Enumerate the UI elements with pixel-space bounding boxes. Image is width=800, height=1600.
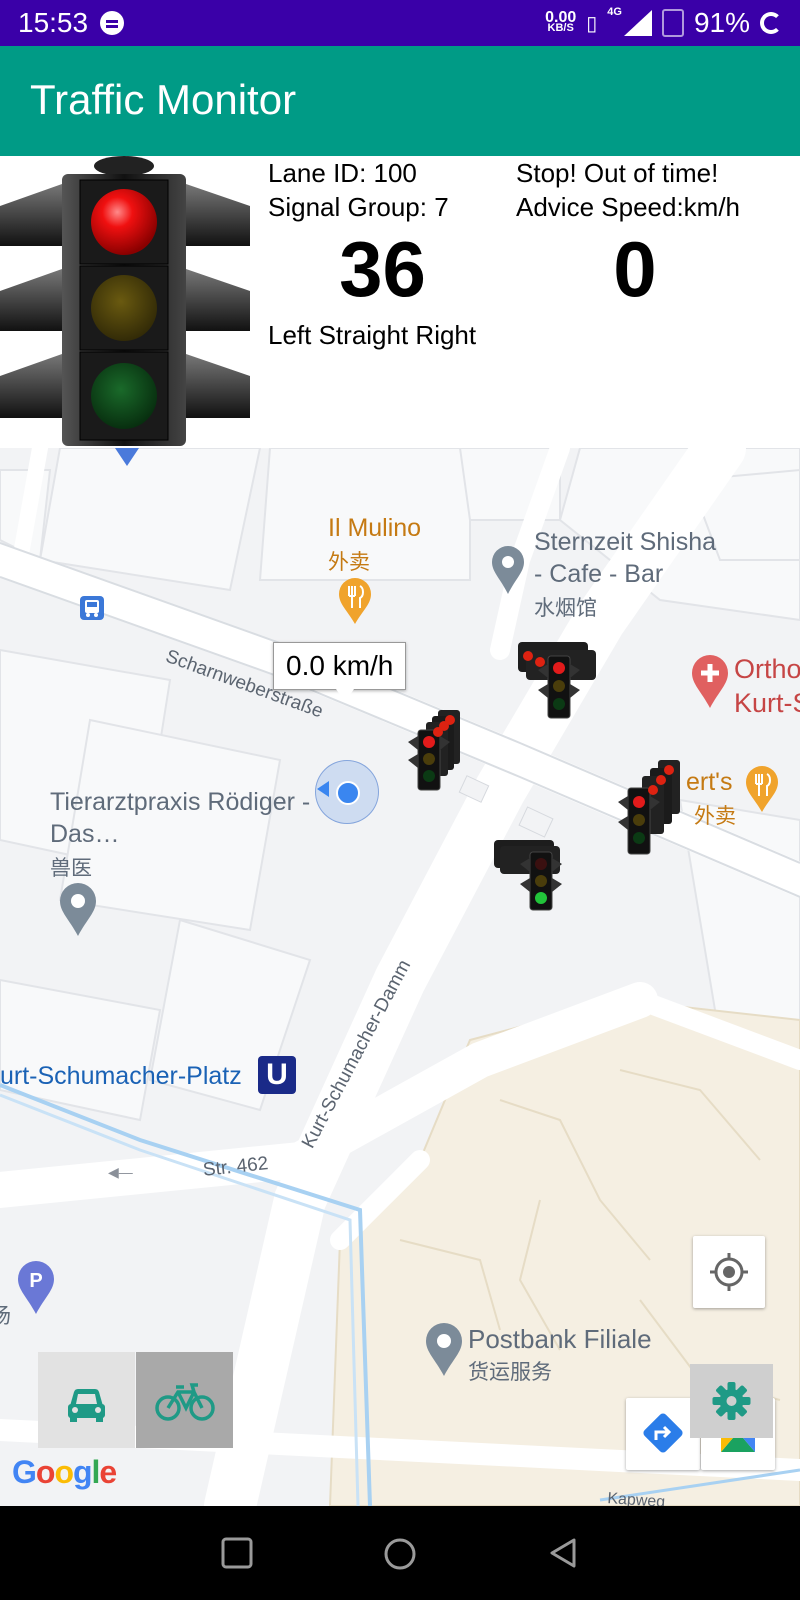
back-icon[interactable] [546,1536,580,1570]
directions-icon [643,1413,683,1453]
settings-button[interactable] [690,1364,773,1438]
directions-button[interactable] [626,1398,700,1470]
traffic-signal-marker-icon[interactable] [494,834,576,914]
traffic-signal-marker-icon[interactable] [518,634,610,726]
poi-pin-icon[interactable] [58,882,98,938]
no-sim-icon [661,9,684,37]
app-bar: Traffic Monitor [0,46,800,156]
advice-speed-label: Advice Speed:km/h [516,192,741,222]
battery-percent: 91% [693,7,750,38]
poi-erts[interactable]: ert's [686,768,732,797]
subway-u-icon[interactable]: U [258,1056,296,1094]
poi-postbank-sub: 货运服务 [468,1361,552,1384]
poi-ortho-line1[interactable]: Ortho [734,654,800,685]
app-title: Traffic Monitor [30,76,297,123]
lane-id: Lane ID: 100 [268,158,417,188]
countdown-value: 36 [339,225,426,313]
poi-sternzeit-line2[interactable]: - Cafe - Bar [534,560,663,589]
gear-icon [712,1382,751,1420]
message-notification-icon [100,11,125,35]
signal-strength-icon [623,10,652,36]
poi-kurt-schumacher-platz[interactable]: urt-Schumacher-Platz [0,1062,242,1091]
poi-tierarzt-sub: 兽医 [50,857,92,880]
signal-info-panel: Lane ID: 100 Signal Group: 7 36 Left Str… [0,156,800,448]
crosshair-icon [710,1253,748,1291]
traffic-signal-marker-icon[interactable] [616,758,692,858]
recents-icon[interactable] [220,1536,254,1570]
google-logo: Google [12,1454,117,1490]
poi-postbank[interactable]: Postbank Filiale [468,1324,652,1355]
poi-parking-sub: 场 [0,1305,11,1328]
poi-tierarzt-line2[interactable]: Das… [50,820,119,849]
restaurant-pin-icon[interactable] [744,766,780,814]
poi-il-mulino[interactable]: Il Mulino [328,514,421,543]
map-view[interactable]: Il Mulino 外卖 Sternzeit Shisha - Cafe - B… [0,448,800,1506]
heading-arrow-icon [317,781,329,797]
traffic-light-icon [0,156,250,446]
advice-speed-value: 0 [613,225,657,313]
network-type: 4G [607,6,622,18]
poi-erts-sub: 外卖 [694,805,736,828]
poi-ortho-line2[interactable]: Kurt-S [734,688,800,719]
lane-directions: Left Straight Right [268,320,477,350]
svg-text:P: P [29,1270,42,1292]
network-speed: 0.00 KB/S [545,9,577,34]
car-icon [68,1389,105,1422]
status-time: 15:53 [18,7,89,38]
signal-group: Signal Group: 7 [268,192,449,222]
poi-il-mulino-sub: 外卖 [328,551,370,574]
traffic-signal-marker-icon[interactable] [402,706,474,798]
poi-pin-icon[interactable] [490,544,526,596]
my-location-button[interactable] [693,1236,765,1308]
car-mode-button[interactable] [38,1352,135,1448]
system-nav-bar [0,1506,800,1600]
restaurant-pin-icon[interactable] [337,578,373,626]
bike-mode-button[interactable] [136,1352,233,1448]
vibrate-icon: ▯ [586,12,598,35]
status-message: Stop! Out of time! [516,158,719,188]
poi-tierarzt-line1[interactable]: Tierarztpraxis Rödiger - [50,788,310,817]
map-pin-icon [115,448,139,466]
poi-pin-icon[interactable] [424,1322,464,1378]
bicycle-icon [155,1383,215,1421]
battery-icon [760,12,782,34]
parking-pin-icon[interactable]: P [16,1260,56,1316]
medical-pin-icon[interactable] [690,654,730,710]
home-icon[interactable] [382,1536,418,1572]
one-way-arrow-icon: ◀— [108,1164,133,1180]
bus-stop-icon[interactable] [80,596,104,620]
status-bar: 15:53 0.00 KB/S ▯ 4G 91% [0,0,800,46]
speed-tooltip: 0.0 km/h [273,642,407,702]
poi-sternzeit-line1[interactable]: Sternzeit Shisha [534,528,716,557]
poi-sternzeit-sub: 水烟馆 [534,597,597,620]
